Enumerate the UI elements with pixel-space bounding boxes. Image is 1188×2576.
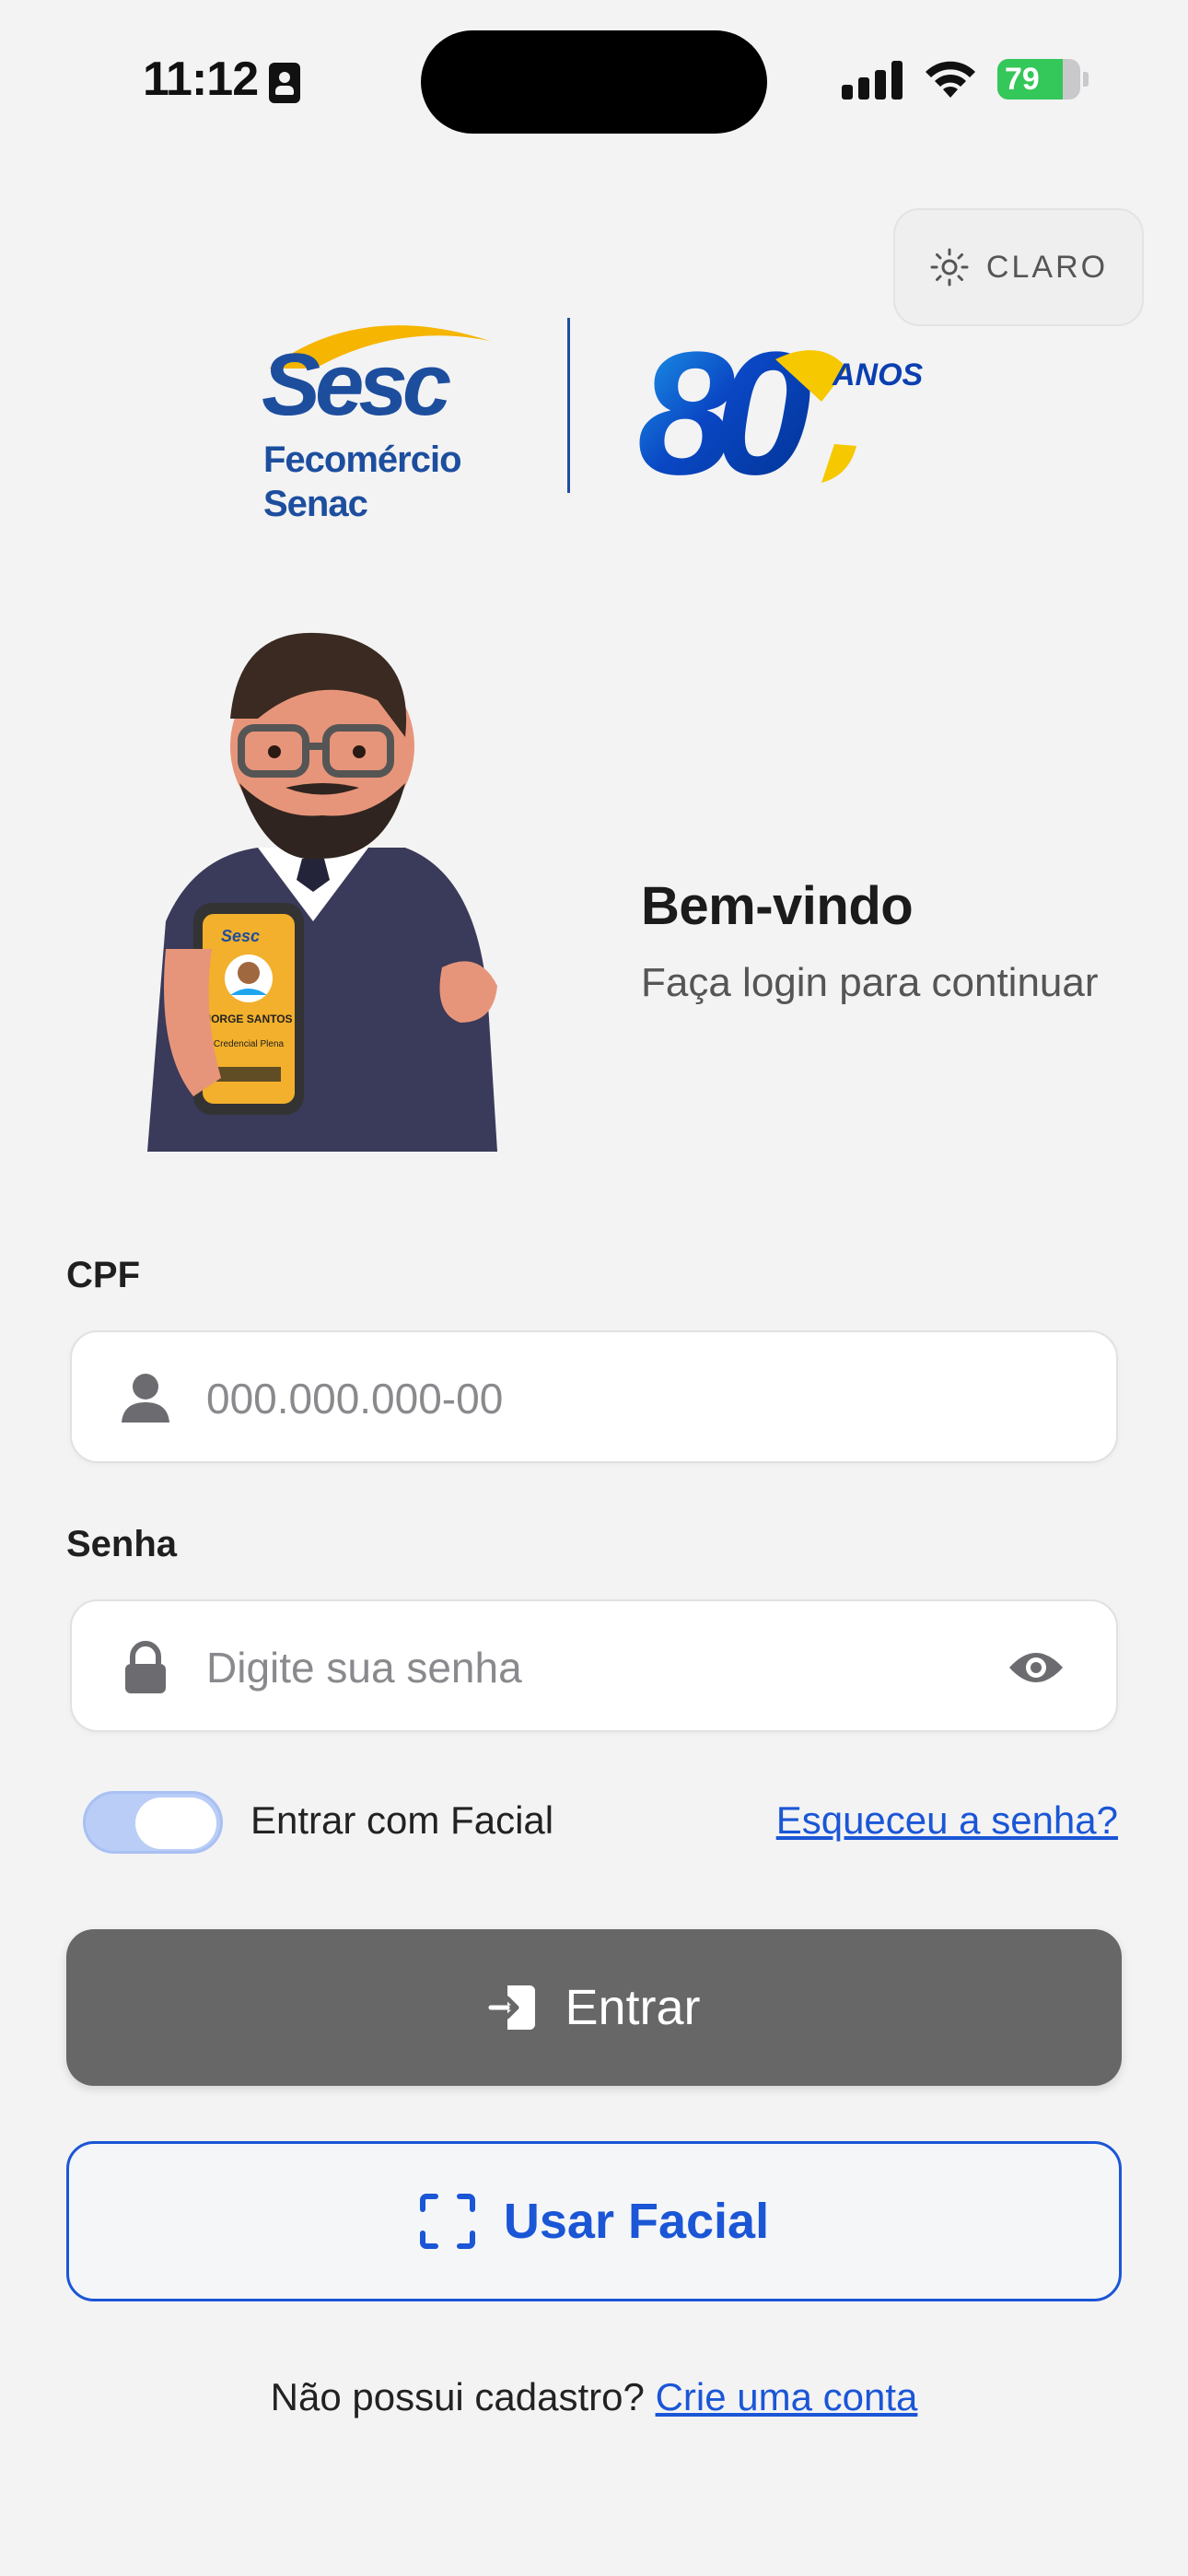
wifi-icon bbox=[926, 61, 975, 98]
toggle-knob bbox=[135, 1797, 216, 1849]
cpf-placeholder: 000.000.000-00 bbox=[206, 1375, 504, 1423]
svg-text:Senac: Senac bbox=[263, 484, 368, 524]
battery-icon: 79 bbox=[997, 59, 1080, 100]
contact-card-icon bbox=[269, 63, 300, 103]
facial-login-toggle-label: Entrar com Facial bbox=[250, 1798, 554, 1842]
mascot-card-brand: Sesc bbox=[221, 927, 260, 945]
logo-divider bbox=[567, 318, 570, 493]
lock-icon bbox=[125, 1641, 166, 1693]
facial-login-button[interactable]: Usar Facial bbox=[66, 2141, 1122, 2301]
cpf-label: CPF bbox=[66, 1255, 140, 1295]
sun-icon bbox=[930, 248, 969, 287]
password-input[interactable]: Digite sua senha bbox=[70, 1599, 1118, 1732]
status-time: 11:12 bbox=[143, 53, 259, 106]
show-password-icon[interactable] bbox=[1007, 1647, 1065, 1688]
password-placeholder: Digite sua senha bbox=[206, 1644, 522, 1692]
login-button-label: Entrar bbox=[565, 1980, 701, 2035]
mascot-illustration: Sesc JORGE SANTOS Credencial Plena bbox=[147, 632, 497, 1152]
theme-toggle-label: CLARO bbox=[985, 249, 1109, 285]
svg-text:Fecomércio: Fecomércio bbox=[263, 439, 461, 480]
facial-login-toggle[interactable] bbox=[83, 1791, 223, 1854]
signup-prompt-text: Não possui cadastro? bbox=[270, 2375, 656, 2418]
signup-prompt: Não possui cadastro? Crie uma conta bbox=[0, 2375, 1188, 2419]
welcome-title: Bem-vindo bbox=[641, 876, 914, 936]
battery-level: 79 bbox=[1005, 62, 1040, 97]
user-icon bbox=[122, 1374, 169, 1423]
theme-toggle-button[interactable]: CLARO bbox=[893, 208, 1144, 326]
cellular-signal-icon bbox=[842, 61, 906, 100]
face-scan-icon bbox=[419, 2194, 475, 2249]
welcome-block: Bem-vindo Faça login para continuar bbox=[641, 875, 1120, 1016]
svg-text:Sesc: Sesc bbox=[262, 335, 450, 434]
create-account-link[interactable]: Crie uma conta bbox=[656, 2375, 918, 2418]
status-bar: 11:12 79 bbox=[0, 0, 1188, 138]
dynamic-island bbox=[421, 30, 767, 134]
login-icon bbox=[488, 1985, 536, 2030]
facial-login-button-label: Usar Facial bbox=[503, 2194, 770, 2249]
sesc-80-anos-logo: 80 ANOS bbox=[637, 337, 924, 494]
welcome-subtitle: Faça login para continuar bbox=[641, 960, 1099, 1005]
svg-text:ANOS: ANOS bbox=[832, 357, 924, 392]
password-label: Senha bbox=[66, 1524, 178, 1564]
sesc-logo: Sesc Fecomércio Senac bbox=[262, 325, 490, 524]
login-button[interactable]: Entrar bbox=[66, 1929, 1122, 2086]
cpf-input[interactable]: 000.000.000-00 bbox=[70, 1330, 1118, 1463]
mascot-card-title: Credencial Plena bbox=[214, 1039, 285, 1049]
login-screen: 11:12 79 CLARO Sesc Fecomércio Senac 80 … bbox=[0, 0, 1188, 2576]
mascot-card-name: JORGE SANTOS bbox=[204, 1013, 292, 1025]
forgot-password-link[interactable]: Esqueceu a senha? bbox=[776, 1798, 1118, 1843]
battery-cap bbox=[1083, 72, 1089, 87]
